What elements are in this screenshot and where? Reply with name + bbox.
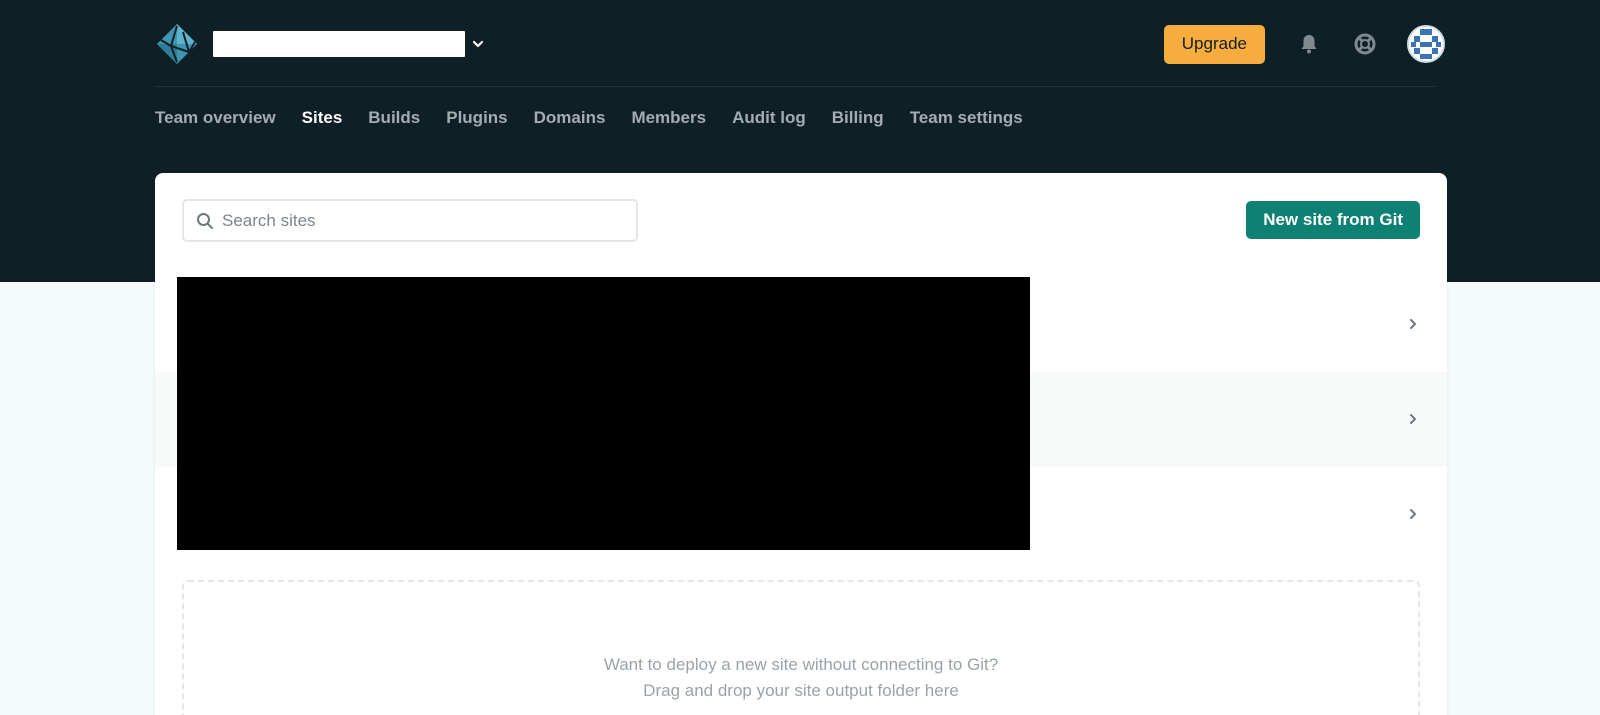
avatar[interactable] [1407, 25, 1445, 63]
chevron-down-icon[interactable] [471, 37, 485, 51]
bell-icon[interactable] [1297, 32, 1321, 56]
header-actions: Upgrade [1163, 24, 1445, 64]
dropzone-line-1: Want to deploy a new site without connec… [603, 655, 999, 674]
nav-builds[interactable]: Builds [368, 108, 420, 128]
nav-team-overview[interactable]: Team overview [155, 108, 276, 128]
lifebuoy-icon[interactable] [1353, 32, 1377, 56]
chevron-right-icon [1410, 319, 1416, 329]
team-name-redacted[interactable] [213, 31, 465, 57]
dropzone-line-2: Drag and drop your site output folder he… [643, 681, 959, 700]
netlify-logo-icon[interactable] [155, 22, 199, 66]
header-divider [155, 86, 1435, 87]
search-icon [197, 212, 213, 229]
nav-team-settings[interactable]: Team settings [910, 108, 1023, 128]
nav-domains[interactable]: Domains [534, 108, 606, 128]
nav-plugins[interactable]: Plugins [446, 108, 507, 128]
team-nav: Team overview Sites Builds Plugins Domai… [155, 102, 1023, 134]
chevron-right-icon [1410, 414, 1416, 424]
nav-audit-log[interactable]: Audit log [732, 108, 806, 128]
upgrade-button[interactable]: Upgrade [1163, 24, 1265, 64]
chevron-right-icon [1410, 509, 1416, 519]
nav-sites[interactable]: Sites [302, 108, 343, 128]
new-site-from-git-button[interactable]: New site from Git [1246, 201, 1420, 239]
nav-members[interactable]: Members [631, 108, 706, 128]
sites-card: New site from Git Want to deploy a new s… [155, 173, 1447, 715]
app-header: Upgrade [155, 0, 1445, 88]
redacted-site-info [177, 277, 1030, 550]
deploy-dropzone[interactable]: Want to deploy a new site without connec… [182, 580, 1420, 715]
search-box[interactable] [182, 199, 638, 242]
nav-billing[interactable]: Billing [832, 108, 884, 128]
search-input[interactable] [222, 210, 622, 231]
